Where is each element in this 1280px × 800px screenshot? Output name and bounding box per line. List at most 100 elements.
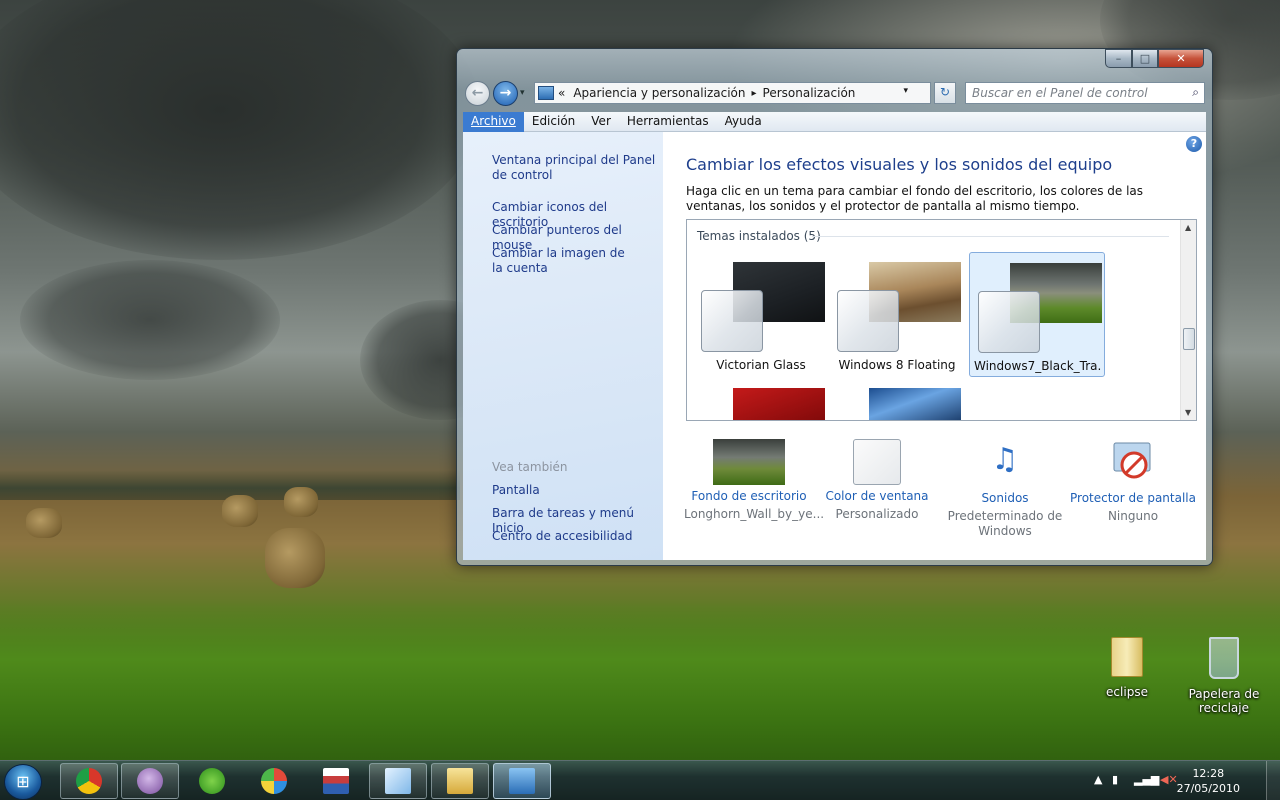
menu-herramientas[interactable]: Herramientas <box>619 112 717 132</box>
theme-glass-preview <box>701 290 763 352</box>
option-desktop-background[interactable]: Fondo de escritorio Longhorn_Wall_by_ye.… <box>684 437 825 522</box>
folder-icon <box>1111 637 1143 677</box>
arrow-left-icon: ← <box>471 85 484 101</box>
clock[interactable]: 12:28 27/05/2010 <box>1177 766 1240 796</box>
address-bar[interactable]: « Apariencia y personalización ▸ Persona… <box>534 82 931 104</box>
menu-ver[interactable]: Ver <box>583 112 619 132</box>
spotify-icon <box>199 768 225 794</box>
close-button[interactable]: ✕ <box>1158 49 1204 68</box>
option-label[interactable]: Color de ventana <box>812 489 942 503</box>
signal-icon[interactable]: ▂▄▆ <box>1134 773 1159 786</box>
wallpaper-thumbnail-icon <box>713 439 785 485</box>
theme-item[interactable]: Windows 8 Floating <box>829 252 965 377</box>
notepad-icon <box>385 768 411 794</box>
personalization-window: – □ ✕ ← → ▾ « Apariencia y personalizaci… <box>456 48 1213 566</box>
desktop-icon-eclipse[interactable]: eclipse <box>1087 637 1167 699</box>
taskbar-item-explorer[interactable] <box>431 763 489 799</box>
clock-time: 12:28 <box>1192 767 1225 780</box>
windows-logo-icon: ⊞ <box>16 772 30 791</box>
option-window-color[interactable]: Color de ventana Personalizado <box>812 437 942 522</box>
option-sounds[interactable]: ♫ Sonidos Predeterminado de Windows <box>940 437 1070 539</box>
theme-glass-preview <box>978 291 1040 353</box>
option-label[interactable]: Protector de pantalla <box>1068 491 1198 505</box>
taskbar-item-app[interactable] <box>307 763 365 799</box>
theme-name: Windows 8 Floating <box>838 358 956 372</box>
paint-icon <box>261 768 287 794</box>
forward-button[interactable]: → <box>493 81 518 106</box>
scroll-thumb[interactable] <box>1183 328 1195 350</box>
theme-item[interactable]: Victorian Glass <box>693 252 829 377</box>
breadcrumb-appearance[interactable]: Apariencia y personalización <box>573 86 745 100</box>
recycle-bin-icon <box>1209 637 1239 679</box>
explorer-icon <box>447 768 473 794</box>
breadcrumb-separator[interactable]: ▸ <box>751 88 756 99</box>
show-desktop-button[interactable] <box>1266 761 1280 800</box>
option-value: Longhorn_Wall_by_ye... <box>684 507 825 521</box>
link-display[interactable]: Pantalla <box>492 483 658 498</box>
menu-edicion[interactable]: Edición <box>524 112 583 132</box>
desktop-icon-label: Papelera de reciclaje <box>1188 687 1260 715</box>
scroll-up-icon[interactable]: ▲ <box>1185 223 1191 232</box>
back-button[interactable]: ← <box>465 81 490 106</box>
page-title: Cambiar los efectos visuales y los sonid… <box>686 155 1113 174</box>
see-also-heading: Vea también <box>492 460 568 474</box>
sounds-icon: ♫ <box>991 442 1019 477</box>
control-panel-icon <box>538 86 554 100</box>
option-value: Personalizado <box>835 507 919 521</box>
taskbar-item-control-panel[interactable] <box>493 763 551 799</box>
left-pane: Ventana principal del Panel de control C… <box>463 132 663 560</box>
volume-muted-icon[interactable]: ◀✕ <box>1160 773 1178 786</box>
search-placeholder: Buscar en el Panel de control <box>972 86 1148 100</box>
recent-pages-dropdown[interactable]: ▾ <box>520 88 525 98</box>
show-hidden-icons-button[interactable]: ▲ <box>1094 773 1102 786</box>
search-icon[interactable]: ⌕ <box>1192 85 1199 100</box>
theme-glass-preview <box>837 290 899 352</box>
page-description: Haga clic en un tema para cambiar el fon… <box>686 184 1144 213</box>
theme-preview-partial <box>733 388 825 420</box>
taskbar-item-spotify[interactable] <box>183 763 241 799</box>
chrome-icon <box>76 768 102 794</box>
theme-preview-partial <box>869 388 961 420</box>
link-control-panel-home[interactable]: Ventana principal del Panel de control <box>492 153 658 183</box>
theme-name: Windows7_Black_Tra... <box>974 359 1102 373</box>
start-button[interactable]: ⊞ <box>4 764 42 800</box>
search-input[interactable]: Buscar en el Panel de control ⌕ <box>965 82 1205 104</box>
link-accessibility[interactable]: Centro de accesibilidad <box>492 529 658 544</box>
menu-archivo[interactable]: Archivo <box>463 111 524 132</box>
screensaver-icon <box>1108 437 1158 487</box>
option-value: Ninguno <box>1107 509 1159 523</box>
taskbar: ⊞ ▲ ▮ ▂▄▆ ◀✕ 12:28 27/05/2010 <box>0 760 1280 800</box>
window-app-icon <box>323 768 349 794</box>
scroll-down-icon[interactable]: ▼ <box>1185 408 1191 417</box>
help-icon[interactable]: ? <box>1186 136 1202 152</box>
caption-buttons: – □ ✕ <box>1105 49 1204 68</box>
theme-item-selected[interactable]: Windows7_Black_Tra... <box>969 252 1105 377</box>
arrow-right-icon: → <box>499 85 512 101</box>
pidgin-icon <box>137 768 163 794</box>
option-label[interactable]: Sonidos <box>940 491 1070 505</box>
breadcrumb-personalization[interactable]: Personalización <box>763 86 856 100</box>
menu-ayuda[interactable]: Ayuda <box>717 112 770 132</box>
address-dropdown[interactable]: ▾ <box>903 86 908 96</box>
taskbar-item-paint[interactable] <box>245 763 303 799</box>
window-color-swatch-icon <box>853 439 901 485</box>
minimize-button[interactable]: – <box>1105 49 1132 68</box>
maximize-button[interactable]: □ <box>1132 49 1158 68</box>
option-value: Predeterminado de Windows <box>947 509 1063 538</box>
desktop-icon-recycle-bin[interactable]: Papelera de reciclaje <box>1184 637 1264 715</box>
taskbar-item-chrome[interactable] <box>60 763 118 799</box>
address-prefix[interactable]: « <box>558 86 565 100</box>
theme-list[interactable]: Temas instalados (5) Victorian Glass Win… <box>686 219 1197 421</box>
desktop-icon-label: eclipse <box>1106 685 1148 699</box>
taskbar-item-notepad[interactable] <box>369 763 427 799</box>
refresh-button[interactable]: ↻ <box>934 82 956 104</box>
option-label[interactable]: Fondo de escritorio <box>684 489 814 503</box>
content-area: Ventana principal del Panel de control C… <box>463 132 1206 560</box>
option-screensaver[interactable]: Protector de pantalla Ninguno <box>1068 437 1198 524</box>
menu-bar: Archivo Edición Ver Herramientas Ayuda <box>463 111 1206 132</box>
clock-date: 27/05/2010 <box>1176 782 1240 795</box>
network-device-icon[interactable]: ▮ <box>1112 773 1118 786</box>
theme-list-scrollbar[interactable]: ▲ ▼ <box>1180 220 1196 420</box>
taskbar-item-pidgin[interactable] <box>121 763 179 799</box>
link-account-picture[interactable]: Cambiar la imagen de la cuenta <box>492 246 632 276</box>
